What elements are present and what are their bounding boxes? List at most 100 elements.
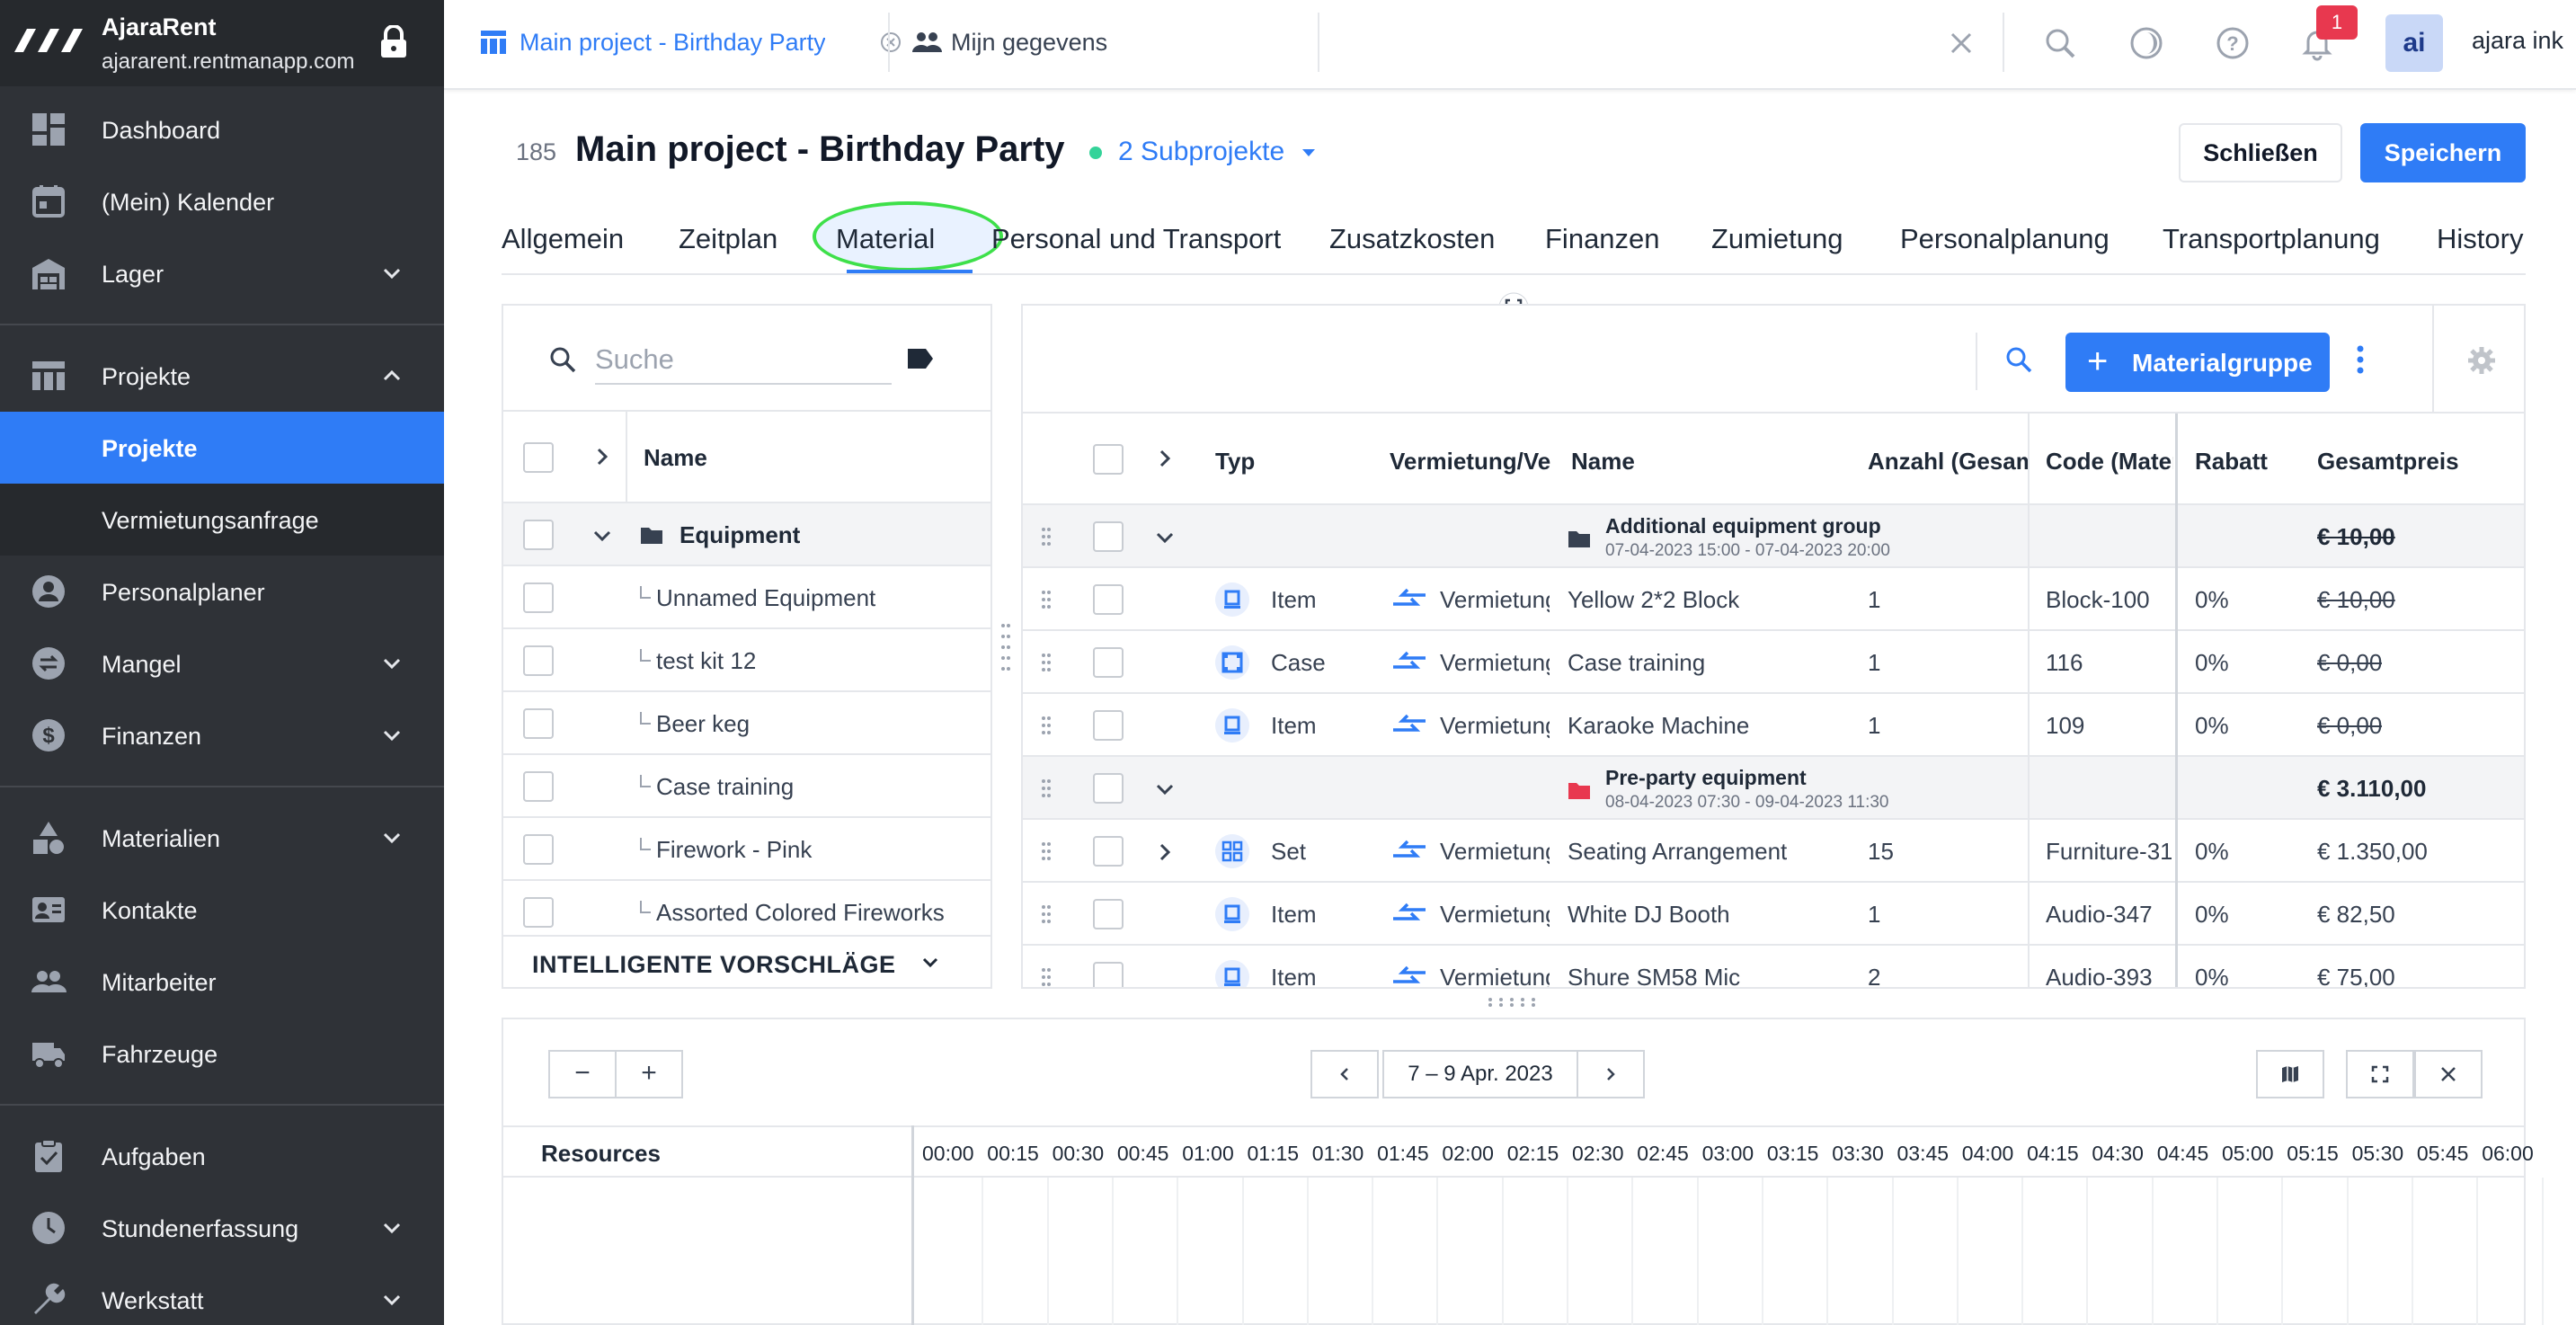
- material-row[interactable]: Set Vermietung Seating Arrangement 15 Fu…: [1023, 820, 2524, 883]
- catalog-item-row[interactable]: Beer keg: [503, 692, 990, 755]
- row-checkbox[interactable]: [1093, 899, 1124, 929]
- catalog-item-row[interactable]: test kit 12: [503, 629, 990, 692]
- sidebar-subitem-vermietungsanfrage[interactable]: Vermietungsanfrage: [0, 484, 444, 556]
- zoom-out-button[interactable]: −: [548, 1050, 617, 1098]
- material-quantity[interactable]: 1: [1868, 586, 1880, 614]
- close-circle-icon[interactable]: [879, 31, 902, 54]
- material-discount[interactable]: 0%: [2195, 964, 2229, 987]
- sidebar-item-aufgaben[interactable]: Aufgaben: [0, 1120, 444, 1192]
- material-quantity[interactable]: 2: [1868, 964, 1880, 987]
- material-discount[interactable]: 0%: [2195, 838, 2229, 866]
- search-icon[interactable]: [2042, 25, 2078, 61]
- material-group-row[interactable]: Pre-party equipment 08-04-2023 07:30 - 0…: [1023, 757, 2524, 820]
- drag-handle-icon[interactable]: [1041, 904, 1052, 924]
- drag-handle-icon[interactable]: [1041, 778, 1052, 798]
- sidebar-item-kontakte[interactable]: Kontakte: [0, 874, 444, 946]
- row-checkbox[interactable]: [1093, 836, 1124, 867]
- tab-allgemein[interactable]: Allgemein: [502, 223, 624, 255]
- catalog-folder-row[interactable]: Equipment: [503, 503, 990, 566]
- close-timeline-button[interactable]: [2414, 1050, 2483, 1098]
- material-row[interactable]: Item Vermietung Yellow 2*2 Block 1 Block…: [1023, 568, 2524, 631]
- sidebar-item-fahrzeuge[interactable]: Fahrzeuge: [0, 1018, 444, 1089]
- sidebar-item-calendar[interactable]: (Mein) Kalender: [0, 165, 444, 237]
- drag-handle-icon[interactable]: [1041, 653, 1052, 672]
- tab-personalplanung[interactable]: Personalplanung: [1900, 223, 2110, 255]
- material-discount[interactable]: 0%: [2195, 712, 2229, 740]
- material-quantity[interactable]: 1: [1868, 712, 1880, 740]
- drag-handle-icon[interactable]: [1041, 967, 1052, 987]
- row-checkbox[interactable]: [1093, 521, 1124, 552]
- theme-icon[interactable]: [2128, 25, 2164, 61]
- tab-zeitplan[interactable]: Zeitplan: [679, 223, 777, 255]
- resize-handle-icon[interactable]: [999, 620, 1012, 674]
- material-quantity[interactable]: 1: [1868, 901, 1880, 929]
- tab-finanzen[interactable]: Finanzen: [1545, 223, 1660, 255]
- smart-suggestions-bar[interactable]: INTELLIGENTE VORSCHLÄGE: [503, 935, 990, 987]
- subprojects-link[interactable]: 2 Subprojekte: [1118, 137, 1284, 167]
- user-name[interactable]: ajara ink: [2472, 27, 2563, 55]
- chevron-down-icon[interactable]: [1152, 525, 1177, 550]
- row-checkbox[interactable]: [523, 582, 554, 613]
- row-checkbox[interactable]: [523, 834, 554, 865]
- sidebar-subitem-projekte[interactable]: Projekte: [0, 412, 444, 484]
- map-button[interactable]: [2256, 1050, 2324, 1098]
- close-icon[interactable]: [1943, 25, 1979, 61]
- next-button[interactable]: [1577, 1050, 1645, 1098]
- column-header-discount[interactable]: Rabatt: [2195, 448, 2268, 476]
- sidebar-item-materialien[interactable]: Materialien: [0, 802, 444, 874]
- column-header-type[interactable]: Typ: [1215, 448, 1255, 476]
- sidebar-item-mitarbeiter[interactable]: Mitarbeiter: [0, 946, 444, 1018]
- row-checkbox[interactable]: [1093, 584, 1124, 615]
- sidebar-item-finanzen[interactable]: $ Finanzen: [0, 699, 444, 771]
- row-checkbox[interactable]: [1093, 962, 1124, 987]
- drag-handle-icon[interactable]: [1041, 841, 1052, 861]
- gear-icon[interactable]: [2466, 345, 2497, 376]
- column-header-total[interactable]: Gesamtpreis: [2317, 448, 2459, 476]
- chevron-down-icon[interactable]: [590, 523, 615, 548]
- more-vertical-icon[interactable]: [2353, 343, 2367, 376]
- save-button[interactable]: Speichern: [2360, 123, 2526, 182]
- date-range-display[interactable]: 7 – 9 Apr. 2023: [1382, 1050, 1578, 1098]
- caret-down-icon[interactable]: [1300, 146, 1318, 160]
- tab-zumietung[interactable]: Zumietung: [1711, 223, 1843, 255]
- column-header-quantity[interactable]: Anzahl (Gesamt): [1868, 448, 2030, 476]
- close-button[interactable]: Schließen: [2179, 123, 2342, 182]
- material-row[interactable]: Case Vermietung Case training 1 116 0% €…: [1023, 631, 2524, 694]
- catalog-item-row[interactable]: Firework - Pink: [503, 818, 990, 881]
- material-discount[interactable]: 0%: [2195, 586, 2229, 614]
- catalog-search-input[interactable]: Suche: [595, 333, 892, 385]
- column-header-code[interactable]: Code (Material): [2046, 448, 2173, 476]
- lock-icon[interactable]: [378, 25, 410, 59]
- column-header-rental[interactable]: Vermietung/Verkauf: [1390, 448, 1551, 476]
- material-row[interactable]: Item Vermietung Karaoke Machine 1 109 0%…: [1023, 694, 2524, 757]
- tab-transportplanung[interactable]: Transportplanung: [2163, 223, 2380, 255]
- column-header-name[interactable]: Name: [1571, 448, 1635, 476]
- row-checkbox[interactable]: [1093, 710, 1124, 741]
- material-row[interactable]: Item Vermietung White DJ Booth 1 Audio-3…: [1023, 883, 2524, 946]
- tab-material[interactable]: Material: [836, 223, 935, 255]
- catalog-item-row[interactable]: Unnamed Equipment: [503, 566, 990, 629]
- previous-button[interactable]: [1310, 1050, 1379, 1098]
- sidebar-item-personalplaner[interactable]: Personalplaner: [0, 556, 444, 627]
- help-icon[interactable]: ?: [2215, 25, 2251, 61]
- sidebar-item-projekte[interactable]: Projekte: [0, 340, 444, 412]
- tab-personal-transport[interactable]: Personal und Transport: [991, 223, 1281, 255]
- select-all-checkbox[interactable]: [1093, 444, 1124, 475]
- resize-handle-icon[interactable]: [1485, 996, 1542, 1009]
- chevron-right-icon[interactable]: [1152, 446, 1177, 471]
- row-checkbox[interactable]: [523, 897, 554, 928]
- tag-icon[interactable]: [906, 345, 935, 372]
- zoom-in-button[interactable]: +: [615, 1050, 683, 1098]
- row-checkbox[interactable]: [523, 645, 554, 676]
- material-group-row[interactable]: Additional equipment group 07-04-2023 15…: [1023, 505, 2524, 568]
- row-checkbox[interactable]: [1093, 773, 1124, 804]
- tab-zusatzkosten[interactable]: Zusatzkosten: [1329, 223, 1495, 255]
- catalog-item-row[interactable]: Case training: [503, 755, 990, 818]
- chevron-down-icon[interactable]: [1152, 777, 1177, 802]
- sidebar-item-mangel[interactable]: Mangel: [0, 627, 444, 699]
- row-checkbox[interactable]: [523, 771, 554, 802]
- sidebar-item-stundenerfassung[interactable]: Stundenerfassung: [0, 1192, 444, 1264]
- fullscreen-button[interactable]: [2346, 1050, 2414, 1098]
- add-material-group-button[interactable]: + Materialgruppe: [2065, 333, 2330, 392]
- chevron-right-icon[interactable]: [590, 444, 615, 469]
